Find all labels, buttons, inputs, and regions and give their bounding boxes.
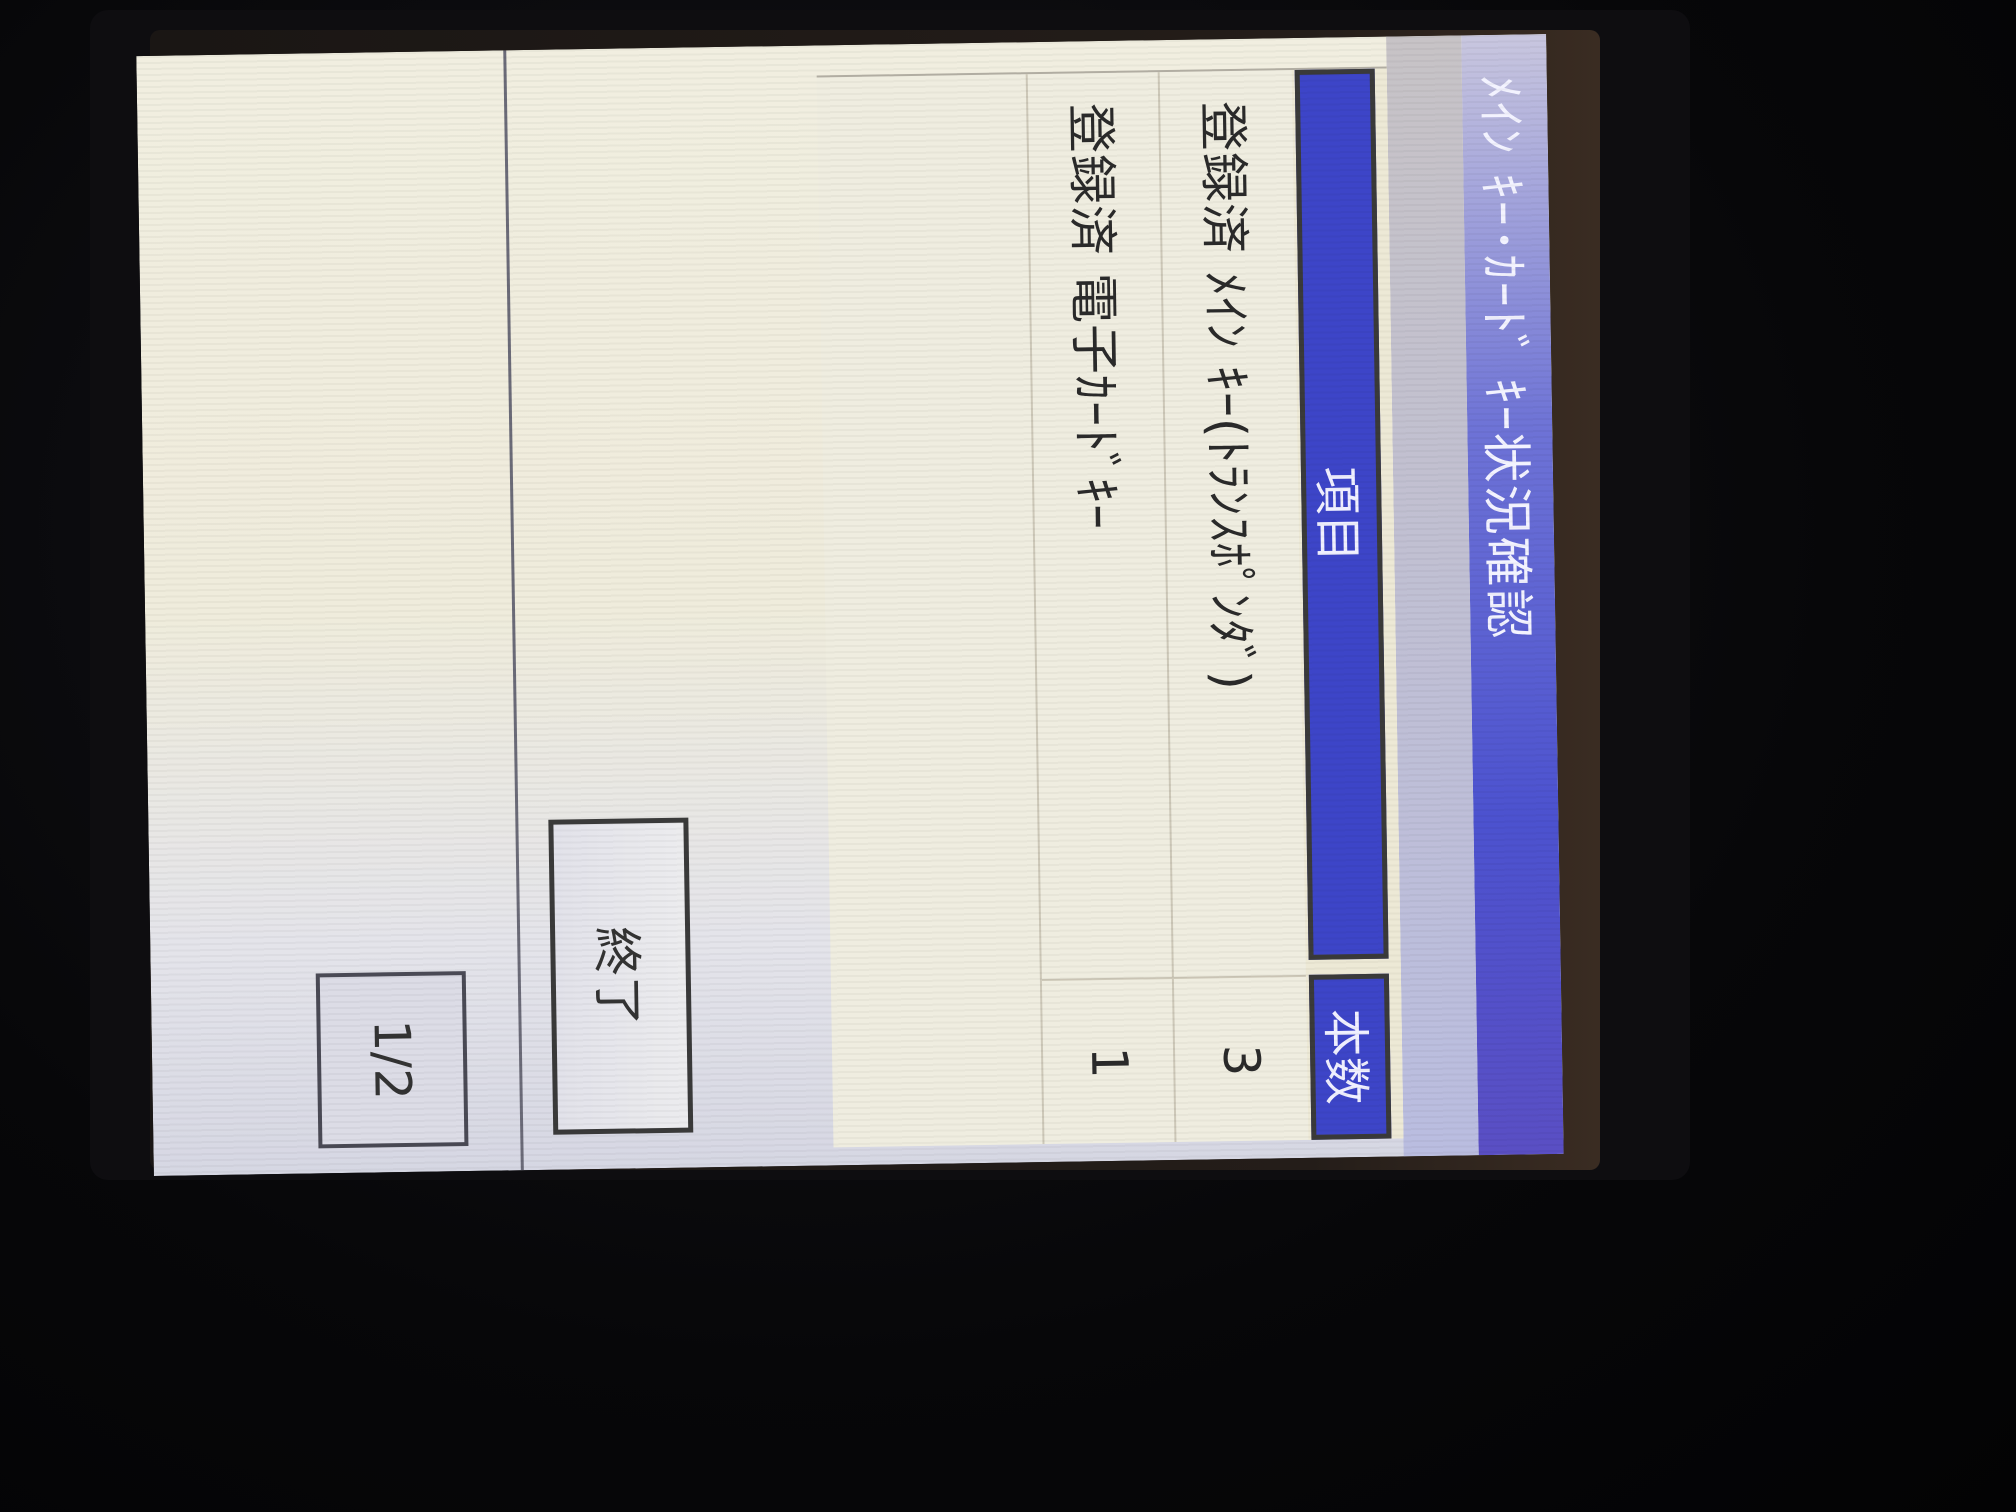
footer-divider [503,50,524,1171]
display-area: ﾒｲﾝ ｷｰ･ｶｰﾄﾞ ｷｰ状況確認 項目 本数 登録済 ﾒｲﾝ ｷｰ(ﾄﾗﾝｽ… [136,33,1564,1177]
table-row: 登録済 ﾒｲﾝ ｷｰ(ﾄﾗﾝｽﾎﾟﾝﾀﾞ) 3 [1157,69,1309,1144]
lcd-screen: ﾒｲﾝ ｷｰ･ｶｰﾄﾞ ｷｰ状況確認 項目 本数 登録済 ﾒｲﾝ ｷｰ(ﾄﾗﾝｽ… [136,33,1564,1177]
done-button[interactable]: 終了 [548,817,694,1135]
table-row: 登録済 電子ｶｰﾄﾞｷｰ 1 [1025,72,1177,1147]
table-header: 項目 本数 [1291,68,1404,1140]
row-label: 登録済 ﾒｲﾝ ｷｰ(ﾄﾗﾝｽﾎﾟﾝﾀﾞ) [1193,100,1261,692]
key-status-table: 項目 本数 登録済 ﾒｲﾝ ｷｰ(ﾄﾗﾝｽﾎﾟﾝﾀﾞ) 3 登録済 電子ｶｰﾄﾞ… [816,66,1404,1148]
row-count: 1 [1041,976,1177,1147]
row-label: 登録済 電子ｶｰﾄﾞｷｰ [1061,102,1126,531]
page-indicator-button[interactable]: 1/2 [315,971,469,1149]
row-count: 3 [1173,974,1309,1144]
column-header-item: 項目 [1294,68,1389,960]
photo-stage: ﾒｲﾝ ｷｰ･ｶｰﾄﾞ ｷｰ状況確認 項目 本数 登録済 ﾒｲﾝ ｷｰ(ﾄﾗﾝｽ… [0,0,2016,1512]
window-title: ﾒｲﾝ ｷｰ･ｶｰﾄﾞ ｷｰ状況確認 [1471,74,1539,641]
title-bar: ﾒｲﾝ ｷｰ･ｶｰﾄﾞ ｷｰ状況確認 [1461,33,1564,1156]
column-header-count: 本数 [1308,973,1392,1140]
